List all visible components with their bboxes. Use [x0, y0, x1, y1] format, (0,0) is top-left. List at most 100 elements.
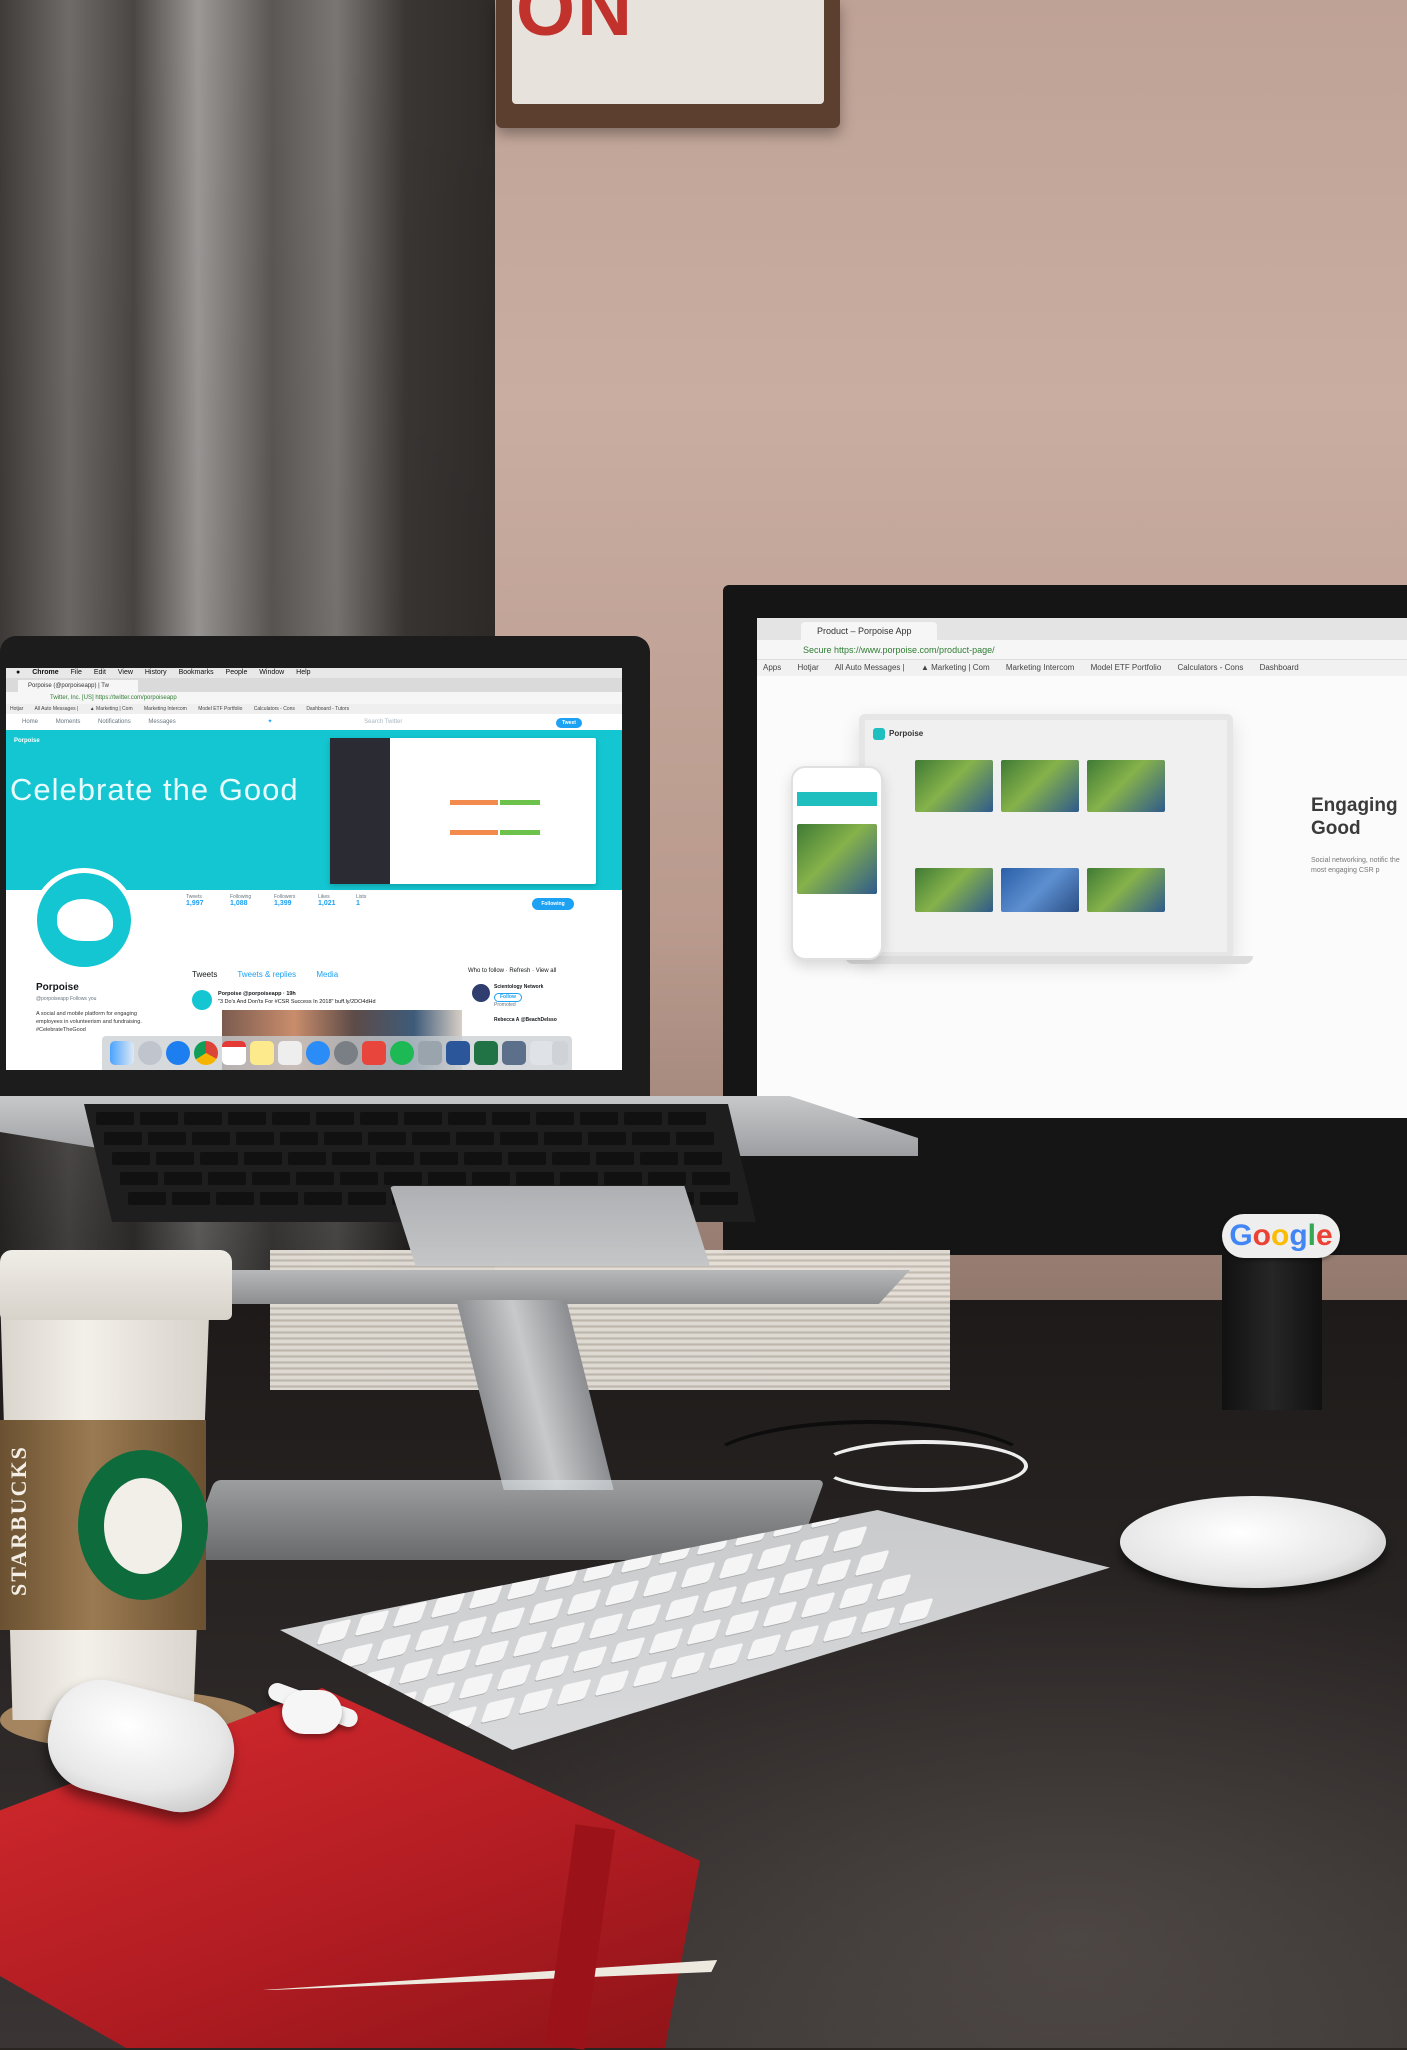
menu-item[interactable]: Bookmarks: [179, 669, 214, 676]
apple-menu-icon[interactable]: ●: [16, 669, 20, 676]
keyboard-key: [316, 1618, 352, 1646]
keyboard-key: [680, 1561, 716, 1589]
laptop-key: [228, 1112, 266, 1125]
menu-item[interactable]: History: [145, 669, 167, 676]
mockup-progress: [500, 830, 540, 835]
word-icon[interactable]: [446, 1041, 470, 1065]
safari-icon[interactable]: [166, 1041, 190, 1065]
menu-item[interactable]: Chrome: [32, 669, 58, 676]
menu-item[interactable]: File: [71, 669, 82, 676]
bookmark[interactable]: All Auto Messages |: [835, 663, 905, 672]
keyboard-key: [854, 1549, 890, 1577]
following-button[interactable]: Following: [532, 898, 574, 910]
stat-tweets[interactable]: Tweets 1,997: [186, 894, 226, 907]
monitor-browser-tab[interactable]: Product – Porpoise App: [801, 622, 937, 640]
product-laptop-mockup-base: [845, 956, 1253, 964]
menu-item[interactable]: Edit: [94, 669, 106, 676]
keyboard-key: [724, 1609, 760, 1637]
menu-item[interactable]: People: [226, 669, 248, 676]
excel-icon[interactable]: [474, 1041, 498, 1065]
follow-button[interactable]: Follow: [494, 993, 522, 1002]
keyboard-key: [740, 1576, 776, 1604]
tab-tweets-replies[interactable]: Tweets & replies: [237, 970, 296, 979]
bookmark[interactable]: Calculators - Cons: [254, 706, 295, 712]
laptop-address-bar[interactable]: Twitter, Inc. [US] https://twitter.com/p…: [6, 692, 622, 704]
bookmark[interactable]: Dashboard - Tutors: [306, 706, 349, 712]
keyboard-key: [822, 1615, 858, 1643]
keyboard-key: [778, 1567, 814, 1595]
google-letter: e: [1315, 1219, 1333, 1252]
suggested-account-avatar[interactable]: [472, 984, 490, 1002]
stat-lists[interactable]: Lists 1: [356, 894, 396, 907]
laptop-key: [236, 1132, 274, 1145]
bookmark[interactable]: Apps: [763, 663, 781, 672]
notes-icon[interactable]: [250, 1041, 274, 1065]
bookmark[interactable]: Marketing Intercom: [1006, 663, 1074, 672]
suggested-account-name[interactable]: Rebecca A @BeachDelsso: [494, 1017, 612, 1024]
tab-tweets[interactable]: Tweets: [192, 970, 217, 979]
laptop-trackpad: [390, 1186, 710, 1266]
keyboard-key: [898, 1597, 934, 1625]
stat-following[interactable]: Following 1,088: [230, 894, 270, 907]
keyboard-key: [762, 1600, 798, 1628]
bookmark[interactable]: Model ETF Portfolio: [198, 706, 242, 712]
finder-icon[interactable]: [110, 1041, 134, 1065]
keyboard-key: [420, 1681, 456, 1709]
mac-dock: [102, 1036, 572, 1070]
launchpad-icon[interactable]: [138, 1041, 162, 1065]
suggested-account-name[interactable]: Scientology Network: [494, 984, 612, 991]
profile-bio: A social and mobile platform for engagin…: [36, 1011, 142, 1033]
laptop-browser-tab[interactable]: Porpoise (@porpoiseapp) | Tw: [18, 680, 138, 692]
bookmark[interactable]: Model ETF Portfolio: [1091, 663, 1162, 672]
bookmark[interactable]: All Auto Messages |: [34, 706, 78, 712]
bookmark[interactable]: Hotjar: [10, 706, 23, 712]
keyboard-key: [518, 1687, 554, 1715]
menu-item[interactable]: Help: [296, 669, 310, 676]
downloads-icon[interactable]: [530, 1041, 554, 1065]
monitor-subtext: Social networking, notific the most enga…: [1311, 857, 1400, 874]
twitter-nav-home[interactable]: Home: [22, 719, 38, 725]
keyboard-key: [686, 1618, 722, 1646]
menu-item[interactable]: View: [118, 669, 133, 676]
keyboard-key: [398, 1657, 434, 1685]
google-letter: l: [1307, 1219, 1316, 1252]
bookmark[interactable]: Hotjar: [797, 663, 818, 672]
chrome-icon[interactable]: [194, 1041, 218, 1065]
system-preferences-icon[interactable]: [334, 1041, 358, 1065]
twitter-nav-moments[interactable]: Moments: [56, 719, 81, 725]
monitor-address-bar[interactable]: Secure https://www.porpoise.com/product-…: [757, 640, 1407, 660]
laptop-key: [368, 1132, 406, 1145]
twitter-nav-notifications[interactable]: Notifications: [98, 719, 131, 725]
bookmark[interactable]: Dashboard: [1260, 663, 1299, 672]
trash-icon[interactable]: [552, 1041, 568, 1065]
tweet-button[interactable]: Tweet: [556, 718, 582, 728]
stat-followers[interactable]: Followers 1,399: [274, 894, 314, 907]
reminders-icon[interactable]: [278, 1041, 302, 1065]
google-letter: G: [1229, 1219, 1253, 1252]
tweet-avatar[interactable]: [192, 990, 212, 1010]
twitter-bird-icon[interactable]: ✦: [267, 719, 272, 725]
bookmark[interactable]: ▲ Marketing | Com: [921, 663, 990, 672]
stat-likes[interactable]: Likes 1,021: [318, 894, 358, 907]
messages-icon[interactable]: [306, 1041, 330, 1065]
twitter-search-input[interactable]: Search Twitter: [364, 719, 402, 725]
spotify-icon[interactable]: [390, 1041, 414, 1065]
folder-icon[interactable]: [502, 1041, 526, 1065]
laptop-key: [316, 1112, 354, 1125]
mockup-progress: [450, 830, 498, 835]
preview-icon[interactable]: [418, 1041, 442, 1065]
bookmark[interactable]: ▲ Marketing | Com: [90, 706, 133, 712]
monitor-tab-bar: Product – Porpoise App: [757, 618, 1407, 640]
menu-item[interactable]: Window: [259, 669, 284, 676]
phone-header-bar: [797, 792, 877, 806]
tab-media[interactable]: Media: [316, 970, 338, 979]
tweet[interactable]: Porpoise @porpoiseapp · 19h "3 Do's And …: [192, 990, 462, 1010]
laptop-key: [128, 1192, 166, 1205]
bookmark[interactable]: Marketing Intercom: [144, 706, 187, 712]
app-store-icon[interactable]: [362, 1041, 386, 1065]
bookmark[interactable]: Calculators - Cons: [1178, 663, 1244, 672]
profile-avatar[interactable]: [32, 868, 136, 972]
twitter-nav-messages[interactable]: Messages: [148, 719, 175, 725]
laptop-key: [272, 1112, 310, 1125]
calendar-icon[interactable]: [222, 1041, 246, 1065]
